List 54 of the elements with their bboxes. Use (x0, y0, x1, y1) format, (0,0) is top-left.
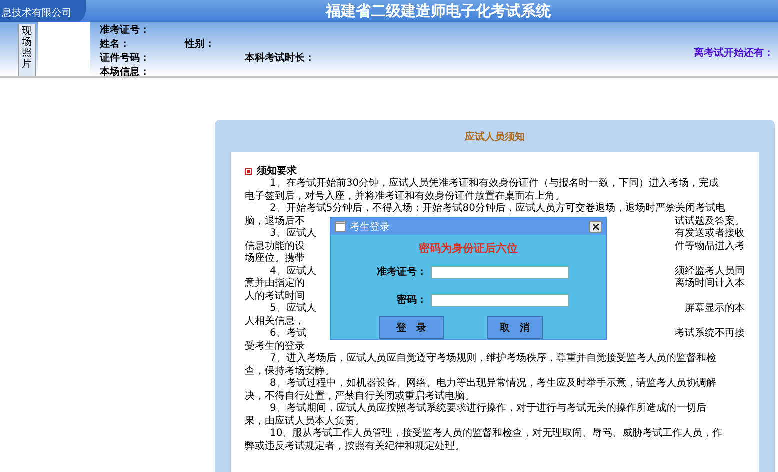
notice-text: 考试系统不再接 (675, 328, 745, 340)
notice-text: 信息功能的设 (245, 240, 305, 252)
field-label: 姓名： (100, 38, 131, 51)
notice-text: 人的考试时间 (245, 290, 305, 302)
notice-text: 2、开始考试5分钟后，不得入场；开始考试80分钟后，应试人员方可交卷退场，退场时严禁关闭考试电 (270, 203, 726, 216)
field-label: 准考证号： (100, 24, 150, 37)
notice-text: 件等物品进入考 (675, 240, 745, 253)
notice-text: 果，由应试人员本人负责。 (245, 416, 365, 428)
notice-text: 离场时间计入本 (675, 278, 745, 290)
password-hint: 密码为身份证后六位 (419, 241, 518, 256)
dialog-button[interactable]: 登 录 (379, 316, 444, 339)
notice-text: 4、应试人 (270, 266, 316, 278)
input-field[interactable] (431, 294, 569, 306)
close-icon (592, 224, 598, 230)
close-button[interactable] (589, 220, 602, 232)
notice-text: 试试题及答案。 (675, 216, 745, 228)
notice-text: 6、考试 (270, 328, 306, 340)
notice-text: 弊或违反考试规定者，按照有关纪律和规定处理。 (245, 440, 465, 453)
notice-text: 脑，退场后不 (245, 216, 305, 228)
notice-text: 场座位。携带 (245, 253, 305, 266)
company-name: 息技术有限公司 (0, 0, 86, 22)
countdown-label: 离考试开始还有： (694, 46, 774, 60)
bullet-icon (245, 168, 252, 174)
field-label: 本科考试时长： (245, 52, 315, 65)
notice-text: 受考生的登录 (245, 340, 305, 352)
system-title: 福建省二级建造师电子化考试系统 (326, 2, 551, 21)
notice-text: 电子签到后，对号入座，并将准考证和有效身份证件放置在桌面右上角。 (245, 190, 565, 202)
dialog-title: 考生登录 (350, 220, 390, 234)
notice-text: 9、考试期间，应试人员应按照考试系统要求进行操作，对于进行与考试无关的操作所造成的一切后 (270, 403, 706, 416)
window-icon (335, 221, 346, 232)
field-label: 密码： (397, 294, 427, 307)
notice-text: 意并由指定的 (245, 278, 305, 290)
notice-text: 7、进入考场后，应试人员应自觉遵守考场规则，维护考场秩序，尊重并自觉接受监考人员的监督和检 (270, 353, 716, 366)
field-label: 证件号码： (100, 52, 151, 65)
notice-text: 屏幕显示的本 (685, 303, 745, 316)
notice-text: 查，保持考场安静。 (245, 366, 335, 378)
notice-text: 10、服从考试工作人员管理，接受监考人员的监督和检查，对无理取闹、辱骂、威胁考试工作人员，作 (270, 428, 723, 440)
field-label: 性别： (185, 38, 215, 51)
section-heading: 须知要求 (257, 164, 297, 178)
notice-title: 应试人员须知 (464, 130, 526, 145)
notice-text: 人相关信息， (245, 316, 305, 328)
notice-text: 决，不得自行处置，严禁自行关闭或重启考试电脑。 (245, 390, 475, 402)
notice-text: 有发送或者接收 (675, 228, 745, 240)
notice-text: 须经监考人员同 (675, 266, 745, 278)
field-label: 准考证号： (377, 266, 427, 279)
notice-text: 8、考试过程中，如机器设备、网络、电力等出现异常情况，考生应及时举手示意，请监考人员协调解 (270, 378, 716, 390)
photo-label: 现场照片 (18, 24, 36, 76)
photo-placeholder (38, 22, 90, 76)
notice-text: 3、应试人 (270, 228, 316, 240)
notice-text: 1、在考试开始前30分钟，应试人员凭准考证和有效身份证件（与报名时一致，下同）进入考场，完成 (270, 178, 720, 190)
input-field[interactable] (431, 266, 569, 278)
notice-text: 5、应试人 (270, 303, 316, 316)
field-label: 本场信息： (100, 66, 150, 79)
dialog-button[interactable]: 取 消 (487, 316, 543, 339)
